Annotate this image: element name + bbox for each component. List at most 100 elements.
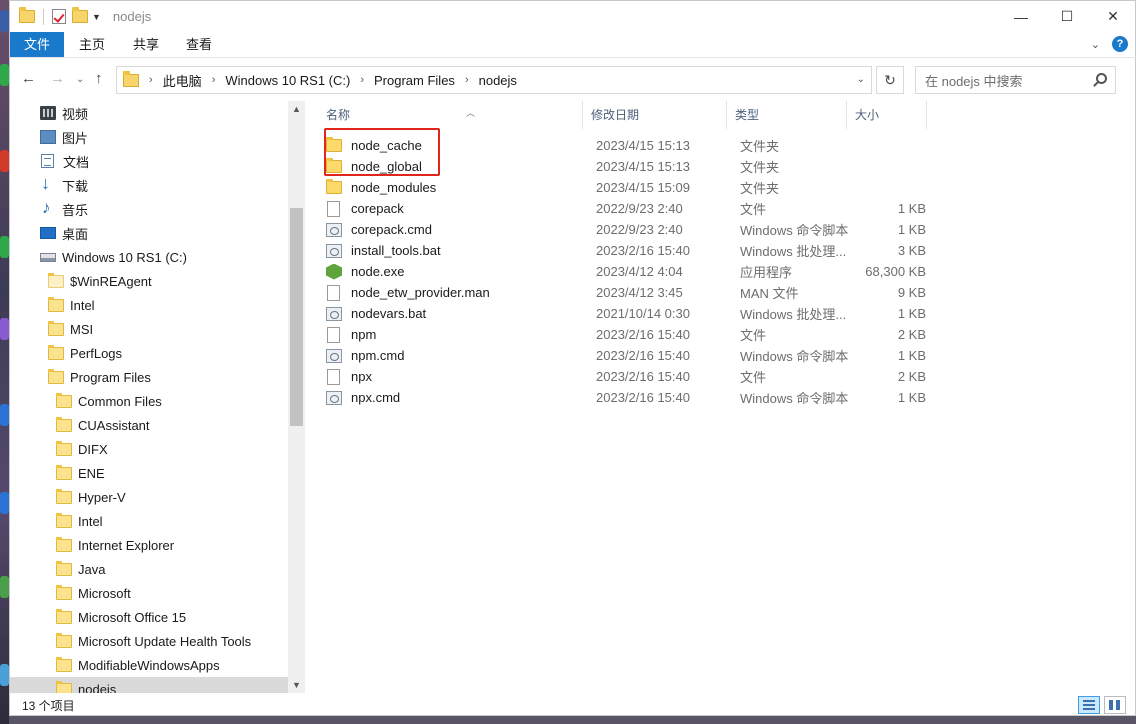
file-date: 2023/2/16 15:40 — [596, 327, 690, 342]
nav-item-intel[interactable]: Intel — [48, 293, 95, 317]
file-size: 68,300 KB — [865, 264, 926, 279]
column-header-size[interactable]: 大小 — [847, 101, 927, 129]
file-date: 2023/4/15 15:09 — [596, 180, 690, 195]
scroll-down-icon[interactable]: ▼ — [292, 680, 301, 690]
file-row[interactable]: npx 2023/2/16 15:40 文件 2 KB — [318, 366, 928, 387]
close-button[interactable]: ✕ — [1090, 1, 1136, 32]
customize-dropdown-icon[interactable]: ▼ — [92, 12, 101, 22]
navpane-scrollbar[interactable]: ▲ ▼ — [288, 101, 305, 693]
recent-locations-icon[interactable]: ⌄ — [76, 74, 84, 85]
nav-item-msi[interactable]: MSI — [48, 317, 93, 341]
nav-item-internet-explorer[interactable]: Internet Explorer — [56, 533, 174, 557]
expand-ribbon-icon[interactable]: ⌄ — [1091, 38, 1100, 51]
details-view-icon[interactable] — [1078, 696, 1100, 714]
new-folder-icon[interactable] — [72, 7, 88, 23]
ribbon-tabs: 文件 主页 共享 查看 ⌄ ? — [10, 32, 1136, 57]
file-type: MAN 文件 — [740, 286, 799, 301]
folder-icon — [48, 368, 64, 384]
large-icons-view-icon[interactable] — [1104, 696, 1126, 714]
folder-icon — [326, 179, 342, 194]
nav-item-intel-2[interactable]: Intel — [56, 509, 103, 533]
file-row[interactable]: npm 2023/2/16 15:40 文件 2 KB — [318, 324, 928, 345]
sort-ascending-icon: ︿ — [466, 108, 476, 118]
address-row: ← → ⌄ ↑ › 此电脑 › Windows 10 RS1 (C:) › Pr… — [10, 57, 1136, 101]
nav-item-program-files[interactable]: Program Files — [48, 365, 151, 389]
node-exe-icon — [326, 263, 342, 280]
search-placeholder: 在 nodejs 中搜索 — [925, 73, 1023, 89]
file-date: 2023/4/15 15:13 — [596, 159, 690, 174]
nav-item-difx[interactable]: DIFX — [56, 437, 108, 461]
file-name: npm.cmd — [351, 348, 405, 363]
file-row[interactable]: nodevars.bat 2021/10/14 0:30 Windows 批处理… — [318, 303, 928, 324]
breadcrumb-program-files[interactable]: Program Files — [374, 73, 455, 88]
nav-item-downloads[interactable]: 下载 — [40, 173, 88, 197]
file-date: 2023/4/12 4:04 — [596, 264, 683, 279]
nav-item-videos[interactable]: 视频 — [40, 101, 88, 125]
file-row[interactable]: npx.cmd 2023/2/16 15:40 Windows 命令脚本 1 K… — [318, 387, 928, 408]
tab-view[interactable]: 查看 — [183, 32, 215, 57]
file-type: Windows 命令脚本 — [740, 391, 849, 406]
scroll-up-icon[interactable]: ▲ — [292, 104, 301, 114]
nav-item-desktop[interactable]: 桌面 — [40, 221, 88, 245]
nav-item-common-files[interactable]: Common Files — [56, 389, 162, 413]
chevron-right-icon[interactable]: › — [465, 74, 469, 86]
file-row[interactable]: install_tools.bat 2023/2/16 15:40 Window… — [318, 240, 928, 261]
chevron-right-icon[interactable]: › — [360, 74, 364, 86]
nav-item-winreagent[interactable]: $WinREAgent — [48, 269, 152, 293]
nav-item-java[interactable]: Java — [56, 557, 105, 581]
folder-icon — [19, 7, 35, 23]
tab-home[interactable]: 主页 — [76, 32, 108, 57]
refresh-button[interactable]: ↻ — [876, 66, 904, 94]
nav-item-microsoft-update-health-tools[interactable]: Microsoft Update Health Tools — [56, 629, 251, 653]
nav-item-nodejs[interactable]: nodejs — [10, 677, 288, 693]
properties-icon[interactable] — [52, 9, 66, 24]
window-title: nodejs — [112, 9, 152, 24]
navigation-pane: 视频 图片 文档 下载 音乐 桌面 Windows 10 RS1 (C:) $W… — [10, 101, 304, 693]
nav-item-pictures[interactable]: 图片 — [40, 125, 88, 149]
minimize-button[interactable]: — — [998, 1, 1044, 32]
nav-item-microsoft[interactable]: Microsoft — [56, 581, 131, 605]
file-name: npx — [351, 369, 372, 384]
maximize-button[interactable]: ☐ — [1044, 1, 1090, 32]
search-input[interactable]: 在 nodejs 中搜索 — [915, 66, 1116, 94]
folder-icon — [48, 272, 64, 288]
file-size: 1 KB — [897, 390, 926, 405]
address-bar[interactable]: › 此电脑 › Windows 10 RS1 (C:) › Program Fi… — [116, 66, 872, 94]
column-header-date[interactable]: 修改日期 — [583, 101, 727, 129]
chevron-right-icon[interactable]: › — [212, 74, 216, 86]
nav-item-documents[interactable]: 文档 — [41, 149, 89, 173]
nav-item-ene[interactable]: ENE — [56, 461, 105, 485]
up-arrow-icon[interactable]: ↑ — [95, 70, 103, 87]
file-icon — [327, 284, 340, 301]
column-header-type[interactable]: 类型 — [727, 101, 847, 129]
file-row[interactable]: node_modules 2023/4/15 15:09 文件夹 — [318, 177, 928, 198]
nav-item-music[interactable]: 音乐 — [40, 197, 88, 221]
nav-item-perflogs[interactable]: PerfLogs — [48, 341, 122, 365]
breadcrumb-nodejs[interactable]: nodejs — [479, 73, 517, 88]
nav-item-hyper-v[interactable]: Hyper-V — [56, 485, 126, 509]
nav-item-microsoft-office-15[interactable]: Microsoft Office 15 — [56, 605, 186, 629]
file-row[interactable]: npm.cmd 2023/2/16 15:40 Windows 命令脚本 1 K… — [318, 345, 928, 366]
scrollbar-thumb[interactable] — [290, 208, 303, 426]
file-name: node_etw_provider.man — [351, 285, 490, 300]
chevron-right-icon[interactable]: › — [149, 74, 153, 86]
file-row[interactable]: node_etw_provider.man 2023/4/12 3:45 MAN… — [318, 282, 928, 303]
nav-item-cuassistant[interactable]: CUAssistant — [56, 413, 150, 437]
file-row[interactable]: corepack.cmd 2022/9/23 2:40 Windows 命令脚本… — [318, 219, 928, 240]
tab-file[interactable]: 文件 — [10, 32, 64, 57]
download-icon — [40, 173, 56, 194]
breadcrumb-drive[interactable]: Windows 10 RS1 (C:) — [225, 73, 350, 88]
forward-arrow-icon[interactable]: → — [50, 70, 65, 87]
nav-item-modifiablewindowsapps[interactable]: ModifiableWindowsApps — [56, 653, 220, 677]
column-header-name[interactable]: ︿ 名称 — [318, 101, 583, 129]
file-row[interactable]: corepack 2022/9/23 2:40 文件 1 KB — [318, 198, 928, 219]
breadcrumb-this-pc[interactable]: 此电脑 — [163, 71, 202, 90]
back-arrow-icon[interactable]: ← — [21, 70, 36, 87]
nav-item-drive-c[interactable]: Windows 10 RS1 (C:) — [40, 245, 187, 269]
help-icon[interactable]: ? — [1112, 36, 1128, 52]
tab-share[interactable]: 共享 — [130, 32, 162, 57]
video-icon — [40, 106, 56, 120]
script-icon — [326, 222, 342, 237]
file-row[interactable]: node.exe 2023/4/12 4:04 应用程序 68,300 KB — [318, 261, 928, 282]
address-dropdown-icon[interactable]: ⌄ — [857, 74, 865, 85]
